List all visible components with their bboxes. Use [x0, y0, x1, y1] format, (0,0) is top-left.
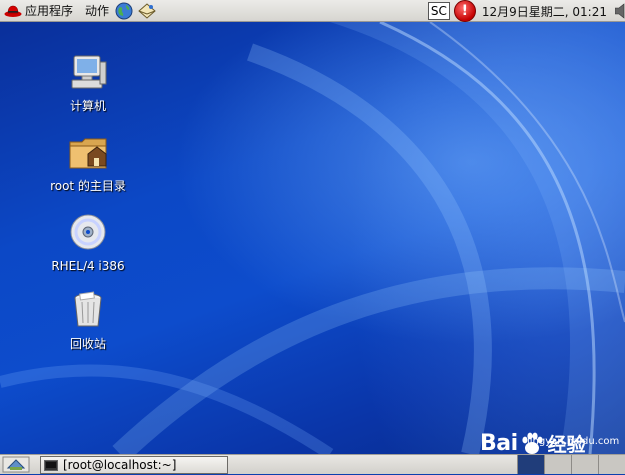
home-folder-icon — [69, 138, 107, 169]
applications-menu[interactable]: 应用程序 — [0, 0, 77, 22]
desktop-icon-label: 计算机 — [69, 99, 106, 113]
desktop-icon-label: RHEL/4 i386 — [51, 259, 125, 273]
actions-menu-label: 动作 — [85, 4, 110, 18]
workspace-2[interactable] — [544, 455, 571, 474]
desktop-icon-home[interactable]: root 的主目录 — [33, 132, 143, 194]
mail-icon — [138, 2, 156, 19]
top-panel: 应用程序 动作 SC ! 12月9日星期二, 01:21 — [0, 0, 625, 22]
watermark-url: jingyan.baidu.com — [527, 436, 620, 447]
bottom-panel: [root@localhost:~] — [0, 454, 625, 474]
applications-menu-label: 应用程序 — [25, 4, 74, 18]
show-desktop-icon[interactable] — [2, 456, 30, 473]
terminal-icon — [44, 459, 58, 471]
workspace-1[interactable] — [517, 455, 544, 474]
top-panel-tray: SC ! 12月9日星期二, 01:21 — [427, 0, 625, 22]
web-browser-launcher[interactable] — [113, 0, 135, 22]
desktop-icon-label: 回收站 — [69, 337, 106, 351]
cdrom-icon — [70, 214, 106, 250]
workspace-4[interactable] — [598, 455, 625, 474]
update-alert-icon[interactable]: ! — [453, 0, 476, 22]
actions-menu[interactable]: 动作 — [77, 0, 113, 22]
desktop-icon-trash[interactable]: 回收站 — [33, 290, 143, 352]
desktop-background[interactable]: 计算机 root 的主目录 RHEL/4 i386 回收站 Bai 经验 jin… — [0, 22, 625, 454]
volume-icon[interactable] — [615, 3, 625, 19]
input-method-indicator[interactable]: SC — [427, 2, 450, 20]
email-launcher[interactable] — [135, 0, 159, 22]
watermark-brand-left: Bai — [480, 431, 518, 454]
taskbar-terminal-label: [root@localhost:~] — [63, 458, 177, 472]
desktop-icon-label: root 的主目录 — [50, 179, 126, 193]
workspace-switcher — [517, 455, 625, 475]
redhat-icon — [4, 5, 22, 17]
computer-icon — [71, 55, 107, 89]
desktop-icon-computer[interactable]: 计算机 — [33, 52, 143, 114]
taskbar-terminal-button[interactable]: [root@localhost:~] — [40, 456, 228, 474]
clock[interactable]: 12月9日星期二, 01:21 — [482, 3, 607, 20]
globe-icon — [115, 2, 133, 19]
workspace-3[interactable] — [571, 455, 598, 474]
trash-icon — [74, 291, 102, 327]
desktop-icon-cdrom[interactable]: RHEL/4 i386 — [33, 212, 143, 274]
